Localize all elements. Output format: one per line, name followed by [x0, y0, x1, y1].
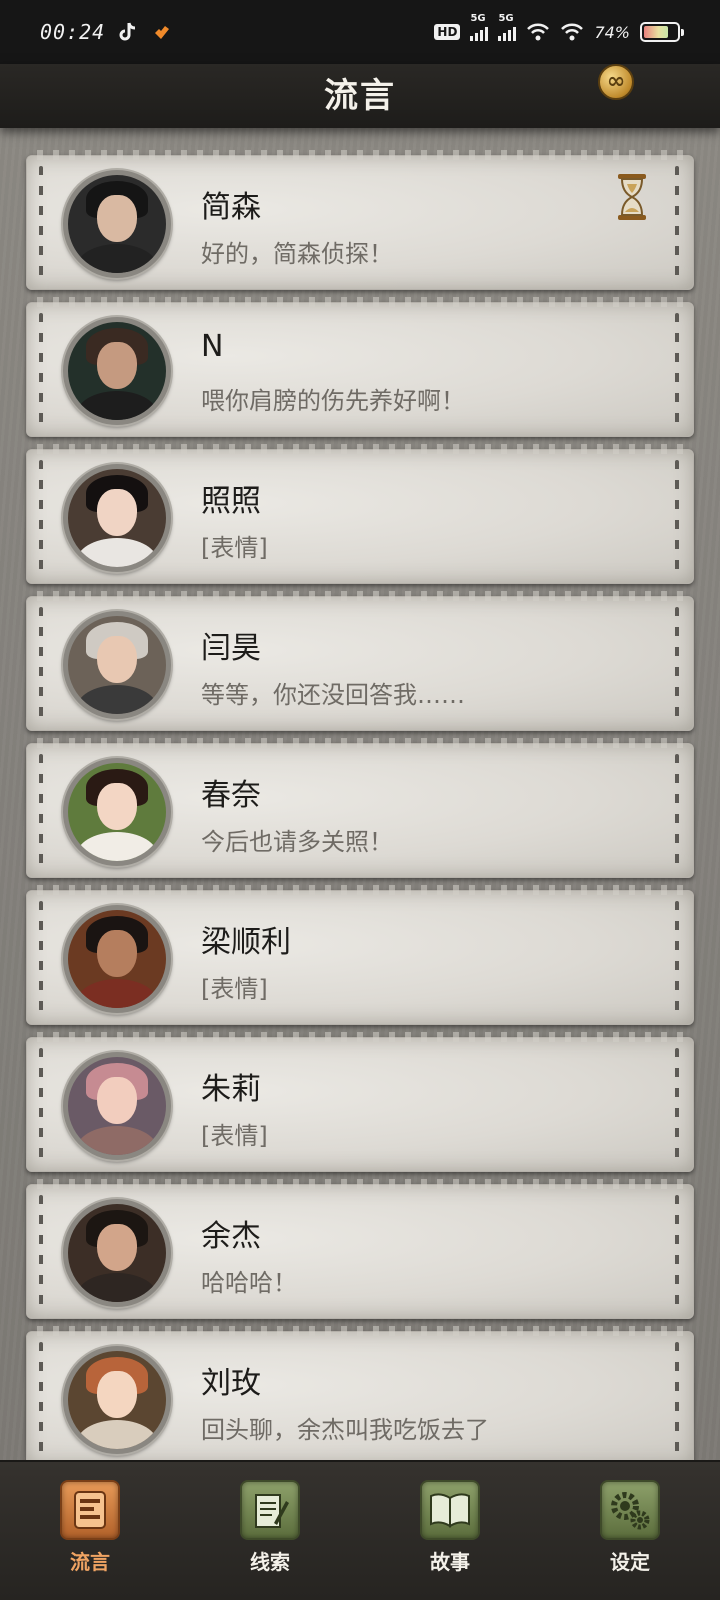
- contact-item[interactable]: 照照 [表情]: [26, 444, 694, 584]
- contact-item[interactable]: 梁顺利 [表情]: [26, 885, 694, 1025]
- stitch-decoration: [39, 607, 43, 720]
- contact-name: 刘玫: [201, 1366, 261, 1401]
- app-notification-icon: [155, 26, 170, 39]
- tab-label: 故事: [430, 1550, 470, 1574]
- stitch-decoration: [675, 460, 679, 573]
- hourglass-icon: [618, 174, 646, 220]
- contact-name: 照照: [201, 484, 261, 519]
- last-message: [表情]: [201, 975, 268, 1003]
- last-message: 好的，简森侦探！: [201, 240, 393, 268]
- last-message: 喂你肩膀的伤先养好啊！: [201, 387, 465, 415]
- book-icon: [420, 1480, 480, 1540]
- avatar[interactable]: [63, 1052, 171, 1160]
- avatar[interactable]: [63, 317, 171, 425]
- wifi-icon: [527, 23, 550, 41]
- contact-name: N: [201, 329, 224, 364]
- stitch-decoration: [675, 1195, 679, 1308]
- chat-list-icon: [60, 1480, 120, 1540]
- stitch-decoration: [39, 166, 43, 279]
- infinity-coin-icon[interactable]: ∞: [598, 64, 634, 100]
- contact-name: 简森: [201, 190, 261, 225]
- stitch-decoration: [675, 1342, 679, 1455]
- contact-item[interactable]: N 喂你肩膀的伤先养好啊！: [26, 297, 694, 437]
- contact-item[interactable]: 春奈 今后也请多关照！: [26, 738, 694, 878]
- avatar[interactable]: [63, 758, 171, 866]
- tab-bar: 流言 线索 故事 设定: [0, 1460, 720, 1600]
- wifi-icon: [561, 23, 584, 41]
- stitch-decoration: [39, 313, 43, 426]
- contact-item[interactable]: 闫昊 等等，你还没回答我……: [26, 591, 694, 731]
- contact-name: 梁顺利: [201, 925, 291, 960]
- avatar[interactable]: [63, 464, 171, 572]
- stitch-decoration: [39, 460, 43, 573]
- stitch-decoration: [39, 1195, 43, 1308]
- last-message: 回头聊，余杰叫我吃饭去了: [201, 1416, 489, 1444]
- status-time: 00:24: [40, 20, 106, 44]
- tab-label: 流言: [70, 1550, 110, 1574]
- contact-item[interactable]: 朱莉 [表情]: [26, 1032, 694, 1172]
- last-message: 今后也请多关照！: [201, 828, 393, 856]
- contact-name: 春奈: [201, 778, 261, 813]
- notepad-icon: [240, 1480, 300, 1540]
- contact-list[interactable]: 简森 好的，简森侦探！ N 喂你肩膀的伤先养好啊！ 照照 [表情] 闫昊 等等，…: [0, 128, 720, 1460]
- contact-item[interactable]: 简森 好的，简森侦探！: [26, 150, 694, 290]
- signal-icon: 5G: [470, 13, 489, 41]
- stitch-decoration: [675, 754, 679, 867]
- tab-label: 线索: [250, 1550, 290, 1574]
- signal-icon: 5G: [498, 13, 517, 41]
- last-message: [表情]: [201, 1122, 268, 1150]
- tab-label: 设定: [610, 1550, 650, 1574]
- gears-icon: [600, 1480, 660, 1540]
- stitch-decoration: [39, 1342, 43, 1455]
- stitch-decoration: [675, 1048, 679, 1161]
- stitch-decoration: [675, 901, 679, 1014]
- stitch-decoration: [39, 1048, 43, 1161]
- contact-item[interactable]: 余杰 哈哈哈！: [26, 1179, 694, 1319]
- stitch-decoration: [39, 754, 43, 867]
- contact-name: 余杰: [201, 1219, 261, 1254]
- page-title: 流言: [324, 75, 396, 116]
- contact-item[interactable]: 刘玫 回头聊，余杰叫我吃饭去了: [26, 1326, 694, 1460]
- battery-percent: 74%: [594, 22, 630, 42]
- avatar[interactable]: [63, 611, 171, 719]
- last-message: [表情]: [201, 534, 268, 562]
- avatar[interactable]: [63, 1199, 171, 1307]
- battery-icon: [640, 22, 684, 42]
- last-message: 哈哈哈！: [201, 1269, 297, 1297]
- tab-rumors[interactable]: 流言: [30, 1480, 150, 1575]
- stitch-decoration: [39, 901, 43, 1014]
- tab-settings[interactable]: 设定: [570, 1480, 690, 1575]
- avatar[interactable]: [63, 1346, 171, 1454]
- contact-name: 朱莉: [201, 1072, 261, 1107]
- stitch-decoration: [675, 313, 679, 426]
- hd-badge: HD: [434, 24, 461, 40]
- stitch-decoration: [675, 607, 679, 720]
- contact-name: 闫昊: [201, 631, 261, 666]
- status-bar: 00:24 HD 5G 5G 74%: [0, 0, 720, 64]
- tab-clues[interactable]: 线索: [210, 1480, 330, 1575]
- last-message: 等等，你还没回答我……: [201, 681, 465, 709]
- avatar[interactable]: [63, 905, 171, 1013]
- stitch-decoration: [675, 166, 679, 279]
- tiktok-icon: [119, 22, 136, 41]
- avatar[interactable]: [63, 170, 171, 278]
- tab-story[interactable]: 故事: [390, 1480, 510, 1575]
- header: 流言 ∞: [0, 64, 720, 128]
